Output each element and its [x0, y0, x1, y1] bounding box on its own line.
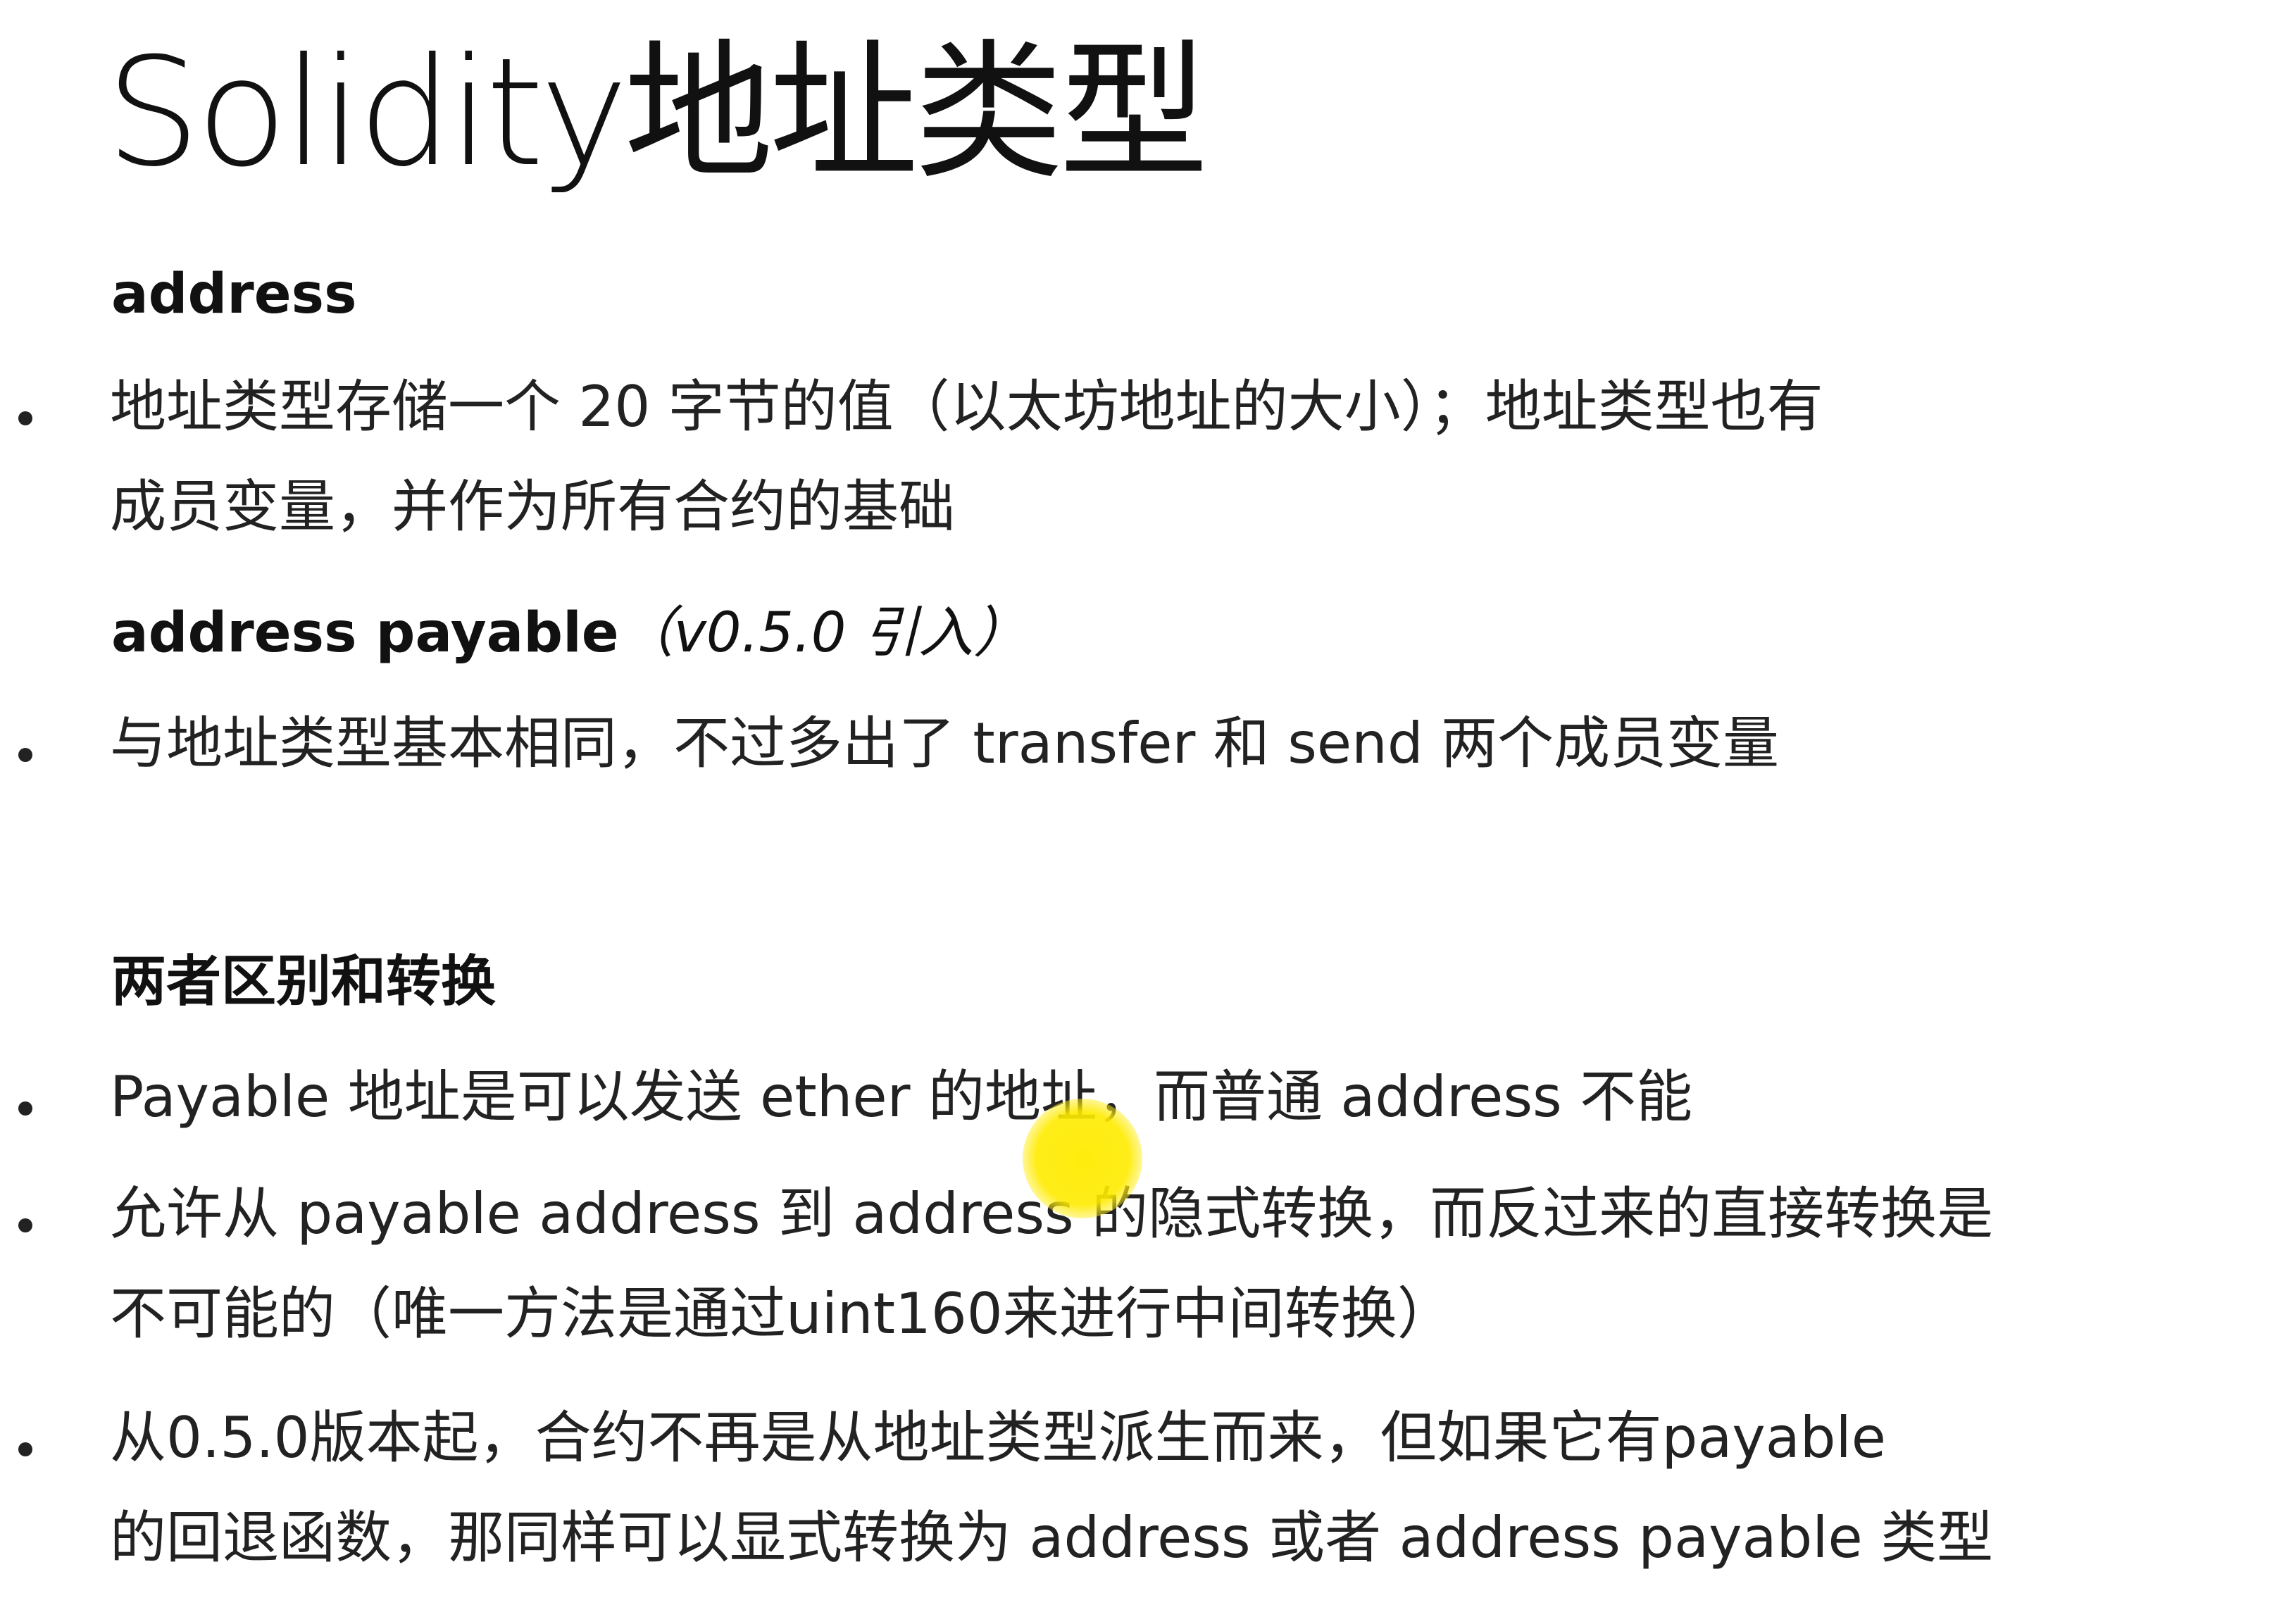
cursor-highlight-icon [1023, 1099, 1142, 1218]
bullet-line: 不可能的（唯一方法是通过uint160来进行中间转换） [110, 1281, 1454, 1347]
bullet-dot-icon [18, 748, 32, 762]
heading-address: address [111, 262, 357, 328]
bullet-line: 从0.5.0版本起，合约不再是从地址类型派生而来，但如果它有payable [110, 1405, 1886, 1470]
bullet-dot-icon [18, 1101, 32, 1116]
heading-address-payable-text: address payable [111, 601, 619, 665]
heading-differences: 两者区别和转换 [111, 949, 496, 1016]
slide: Solidity地址类型 address 地址类型存储一个 20 字节的值（以太… [0, 0, 2272, 1624]
bullet-dot-icon [18, 1442, 32, 1456]
heading-version-note: （v0.5.0 引入） [618, 601, 1029, 665]
heading-differences-text: 两者区别和转换 [111, 950, 497, 1013]
bullet-line: Payable 地址是可以发送 ether 的地址，而普通 address 不能 [110, 1064, 1693, 1130]
bullet-line: 成员变量，并作为所有合约的基础 [110, 474, 955, 539]
heading-address-payable: address payable（v0.5.0 引入） [111, 601, 1028, 667]
heading-address-text: address [111, 263, 357, 326]
bullet-line: 与地址类型基本相同，不过多出了 transfer 和 send 两个成员变量 [110, 711, 1780, 776]
bullet-dot-icon [18, 1218, 32, 1232]
slide-title: Solidity地址类型 [106, 25, 1209, 199]
bullet-line: 地址类型存储一个 20 字节的值（以太坊地址的大小）；地址类型也有 [110, 374, 1823, 439]
bullet-line: 的回退函数，那同样可以显式转换为 address 或者 address paya… [110, 1505, 1994, 1570]
bullet-dot-icon [18, 411, 32, 425]
